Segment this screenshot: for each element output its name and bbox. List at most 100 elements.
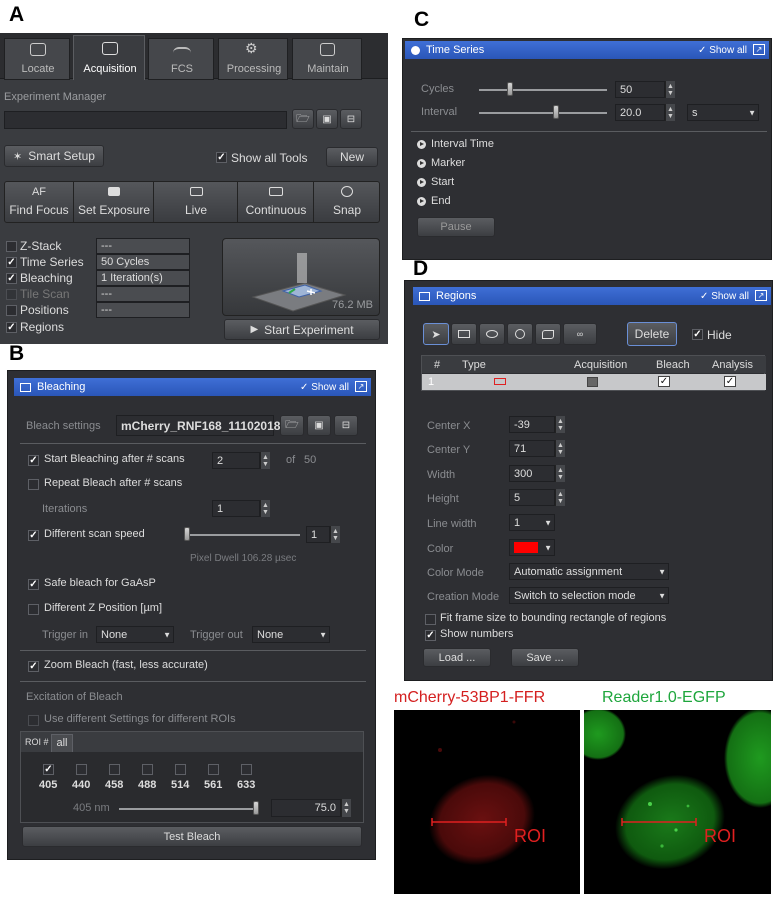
scan-speed-stepper[interactable]: ▲ ▼ — [330, 526, 340, 543]
circle-tool-button[interactable] — [507, 323, 533, 345]
interval-field[interactable]: 20.0 — [615, 104, 665, 121]
trigger-out-select[interactable]: None ▼ — [252, 626, 330, 643]
collapse-icon[interactable] — [411, 45, 420, 55]
set-exposure-button[interactable]: Set Exposure — [74, 181, 154, 223]
tool-checkbox[interactable] — [6, 241, 17, 252]
expand-icon[interactable] — [417, 159, 426, 168]
tool-row[interactable]: Positions --- — [4, 302, 194, 318]
iterations-stepper[interactable]: ▲ ▼ — [260, 500, 270, 517]
undock-icon[interactable]: ↗ — [355, 381, 367, 392]
show-all-toggle[interactable]: ✓ Show all — [698, 45, 747, 56]
smart-setup-button[interactable]: ✶ Smart Setup — [4, 145, 104, 167]
bleaching-titlebar[interactable]: Bleaching ✓ Show all ↗ — [14, 378, 371, 396]
experiment-name-field[interactable] — [4, 111, 287, 129]
interval-slider-knob[interactable] — [553, 105, 559, 119]
width-stepper[interactable]: ▲ ▼ — [555, 465, 565, 482]
tool-row[interactable]: Z-Stack --- — [4, 238, 194, 254]
show-all-tools-checkbox[interactable]: ✓ — [216, 152, 227, 163]
delete-button[interactable]: ⊟ — [334, 415, 358, 436]
wavelength-checkbox[interactable] — [76, 764, 87, 775]
diff-speed-checkbox[interactable]: ✓ — [28, 530, 39, 541]
zoom-bleach-checkbox[interactable]: ✓ — [28, 661, 39, 672]
rectangle-tool-button[interactable] — [451, 323, 477, 345]
tab-acquisition[interactable]: Acquisition — [73, 35, 145, 80]
tool-checkbox[interactable]: ✓ — [6, 322, 17, 333]
bleach-settings-field[interactable]: mCherry_RNF168_11102018 — [116, 415, 280, 436]
show-all-toggle[interactable]: ✓ Show all — [300, 382, 349, 393]
tool-checkbox[interactable] — [6, 305, 17, 316]
snap-button[interactable]: Snap — [314, 181, 380, 223]
show-numbers-checkbox[interactable]: ✓ — [425, 630, 436, 641]
wavelength-checkbox[interactable] — [208, 764, 219, 775]
start-bleaching-field[interactable]: 2 — [212, 452, 260, 469]
tab-maintain[interactable]: Maintain — [292, 38, 362, 80]
start-bleaching-checkbox[interactable]: ✓ — [28, 455, 39, 466]
laser-power-field[interactable]: 75.0 — [271, 799, 341, 817]
ellipse-tool-button[interactable] — [479, 323, 505, 345]
expand-icon[interactable] — [417, 140, 426, 149]
scan-speed-slider-knob[interactable] — [184, 527, 190, 541]
tab-fcs[interactable]: FCS — [148, 38, 214, 80]
wavelength-checkbox[interactable] — [175, 764, 186, 775]
center-y-stepper[interactable]: ▲ ▼ — [555, 440, 565, 457]
tool-row[interactable]: Tile Scan --- — [4, 286, 194, 302]
expand-icon[interactable] — [417, 197, 426, 206]
table-row[interactable]: 1 ✓ ✓ — [422, 374, 766, 390]
width-field[interactable]: 300 — [509, 465, 555, 482]
acquisition-checkbox[interactable] — [587, 377, 598, 387]
interval-time-item[interactable]: Interval Time — [431, 138, 494, 150]
delete-region-button[interactable]: Delete — [627, 322, 677, 346]
height-stepper[interactable]: ▲ ▼ — [555, 489, 565, 506]
cycles-field[interactable]: 50 — [615, 81, 665, 98]
tool-checkbox[interactable]: ✓ — [6, 257, 17, 268]
test-bleach-button[interactable]: Test Bleach — [22, 826, 362, 847]
marker-item[interactable]: Marker — [431, 157, 465, 169]
center-y-field[interactable]: 71 — [509, 440, 555, 457]
laser-power-stepper[interactable]: ▲ ▼ — [341, 799, 351, 817]
color-mode-select[interactable]: Automatic assignment ▼ — [509, 563, 669, 580]
start-bleaching-stepper[interactable]: ▲ ▼ — [260, 452, 270, 469]
freehand-tool-button[interactable]: ∞ — [563, 323, 597, 345]
safe-bleach-checkbox[interactable]: ✓ — [28, 579, 39, 590]
cycles-slider-knob[interactable] — [507, 82, 513, 96]
continuous-button[interactable]: Continuous — [238, 181, 314, 223]
open-folder-button[interactable]: 🗁 — [292, 109, 314, 129]
wavelength-checkbox[interactable] — [142, 764, 153, 775]
iterations-field[interactable]: 1 — [212, 500, 260, 517]
scan-speed-slider-track[interactable] — [188, 534, 300, 536]
start-item[interactable]: Start — [431, 176, 454, 188]
interval-stepper[interactable]: ▲ ▼ — [665, 104, 675, 121]
end-item[interactable]: End — [431, 195, 451, 207]
tab-processing[interactable]: ⚙ Processing — [218, 38, 288, 80]
bleach-checkbox[interactable]: ✓ — [658, 376, 670, 387]
hide-checkbox[interactable]: ✓ — [692, 329, 703, 340]
color-select[interactable]: ▼ — [509, 539, 555, 556]
creation-mode-select[interactable]: Switch to selection mode ▼ — [509, 587, 669, 604]
roi-tab-all[interactable]: all — [51, 734, 73, 752]
height-field[interactable]: 5 — [509, 489, 555, 506]
laser-slider-track[interactable] — [119, 808, 259, 810]
trigger-in-select[interactable]: None ▼ — [96, 626, 174, 643]
expand-icon[interactable] — [417, 178, 426, 187]
polygon-tool-button[interactable] — [535, 323, 561, 345]
save-disk-button[interactable]: ▣ — [316, 109, 338, 129]
interval-slider-track[interactable] — [479, 112, 607, 114]
find-focus-button[interactable]: AF Find Focus — [4, 181, 74, 223]
pause-button[interactable]: Pause — [417, 217, 495, 237]
line-width-select[interactable]: 1 ▼ — [509, 514, 555, 531]
cycles-slider-track[interactable] — [479, 89, 607, 91]
tool-checkbox[interactable] — [6, 289, 17, 300]
save-disk-button[interactable]: ▣ — [307, 415, 331, 436]
repeat-bleach-checkbox[interactable] — [28, 479, 39, 490]
interval-unit-select[interactable]: s ▼ — [687, 104, 759, 121]
tab-locate[interactable]: Locate — [4, 38, 70, 80]
center-x-field[interactable]: -39 — [509, 416, 555, 433]
new-button[interactable]: New — [326, 147, 378, 167]
live-button[interactable]: Live — [154, 181, 238, 223]
select-tool-button[interactable]: ➤ — [423, 323, 449, 345]
analysis-checkbox[interactable]: ✓ — [724, 376, 736, 387]
regions-titlebar[interactable]: Regions ✓ Show all ↗ — [413, 287, 771, 305]
diff-z-checkbox[interactable] — [28, 604, 39, 615]
wavelength-checkbox[interactable] — [109, 764, 120, 775]
tool-row[interactable]: ✓ Time Series 50 Cycles — [4, 254, 194, 270]
